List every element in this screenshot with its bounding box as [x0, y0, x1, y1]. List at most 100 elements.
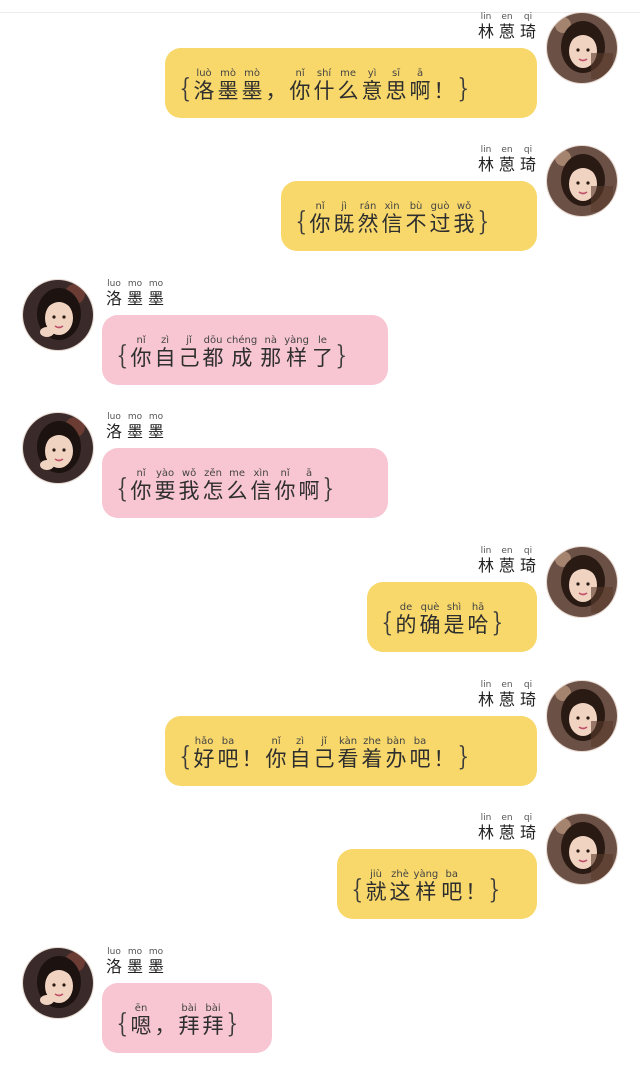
open-brace: {: [351, 875, 364, 905]
incoming-message-bubble[interactable]: {你nǐ 自zì 己jǐ 都dōu 成chéng 那nà 样yàng 了le}: [102, 315, 388, 385]
open-brace: {: [179, 742, 192, 772]
open-brace: {: [116, 1009, 129, 1039]
message-char: 己jǐ: [313, 735, 335, 771]
outgoing-message-bubble[interactable]: {的de 确què 是shì 哈hā}: [367, 582, 537, 652]
sender-name-char: 蒽en: [498, 145, 515, 174]
message-char: 是shì: [443, 601, 465, 637]
open-brace: {: [179, 74, 192, 104]
outgoing-message-bubble[interactable]: {就jiù 这zhè 样yàng 吧ba！}: [337, 849, 537, 919]
sender-name-char: 琦qi: [519, 813, 536, 842]
message-char: 己jǐ: [178, 334, 200, 370]
sender-name-char: 墨mo: [127, 279, 144, 308]
close-brace: }: [322, 474, 334, 504]
sender-name-char: 蒽en: [498, 546, 515, 575]
sender-name-char: 蒽en: [498, 12, 515, 41]
avatar-lin-enqi[interactable]: [546, 813, 618, 885]
message-char: 样yàng: [284, 334, 309, 370]
sender-name: 林lin 蒽en 琦qi: [478, 680, 536, 710]
sender-name-char: 洛luo: [106, 947, 123, 976]
message-char: ！: [241, 746, 263, 771]
avatar-lin-enqi[interactable]: [546, 546, 618, 618]
message-char: 要yào: [154, 467, 176, 503]
open-brace: {: [381, 608, 394, 638]
message-char: 不bù: [405, 200, 427, 236]
sender-name-char: 蒽en: [498, 813, 515, 842]
message-char: ！: [465, 879, 487, 904]
avatar-luo-momo[interactable]: [22, 947, 94, 1019]
sender-name-char: 琦qi: [519, 680, 536, 709]
sender-name: 林lin 蒽en 琦qi: [478, 145, 536, 175]
close-brace: }: [477, 207, 489, 237]
message-char: 嗯ēn: [130, 1002, 152, 1038]
avatar-lin-enqi[interactable]: [546, 12, 618, 84]
message-char: 么me: [226, 467, 248, 503]
message-char: 吧ba: [217, 735, 239, 771]
message-char: 什shí: [313, 67, 335, 103]
open-brace: {: [295, 207, 308, 237]
outgoing-message-bubble[interactable]: {洛luò 墨mò 墨mò，你nǐ 什shí 么me 意yì 思sī 啊ā！}: [165, 48, 537, 118]
sender-name: 洛luo 墨mo 墨mo: [106, 947, 164, 977]
avatar-lin-enqi[interactable]: [546, 145, 618, 217]
message-text: 嗯ēn，拜bài 拜bài: [131, 997, 224, 1040]
message-char: 我wǒ: [178, 467, 200, 503]
sender-name-char: 墨mo: [148, 279, 165, 308]
message-char: 你nǐ: [274, 467, 296, 503]
sender-name-char: 洛luo: [106, 279, 123, 308]
top-divider: [0, 12, 640, 13]
message-char: ！: [433, 746, 455, 771]
message-char: 样yàng: [413, 868, 439, 904]
message-char: 你nǐ: [265, 735, 287, 771]
close-brace: }: [488, 875, 501, 905]
avatar-luo-momo[interactable]: [22, 279, 94, 351]
message-text: 的de 确què 是shì 哈hā: [396, 596, 489, 639]
open-brace: {: [116, 341, 129, 371]
message-char: 过guò: [429, 200, 451, 236]
message-char: 你nǐ: [130, 334, 152, 370]
message-char: 信xìn: [250, 467, 272, 503]
message-char: 啊ā: [409, 67, 431, 103]
message-char: 拜bài: [178, 1002, 200, 1038]
outgoing-message-bubble[interactable]: {你nǐ 既jì 然rán 信xìn 不bù 过guò 我wǒ}: [281, 181, 537, 251]
sender-name: 洛luo 墨mo 墨mo: [106, 279, 164, 309]
avatar-lin-enqi[interactable]: [546, 680, 618, 752]
message-char: 了le: [311, 334, 333, 370]
message-char: 洛luò: [193, 67, 215, 103]
sender-name: 林lin 蒽en 琦qi: [478, 12, 536, 42]
close-brace: }: [457, 74, 469, 104]
message-char: 墨mò: [241, 67, 263, 103]
message-char: 意yì: [361, 67, 383, 103]
outgoing-message-bubble[interactable]: {好hǎo 吧ba！你nǐ 自zì 己jǐ 看kàn 着zhe 办bàn 吧ba！}: [165, 716, 537, 786]
message-char: 然rán: [357, 200, 379, 236]
sender-name-char: 墨mo: [148, 947, 165, 976]
close-brace: }: [335, 341, 348, 371]
incoming-message-bubble[interactable]: {嗯ēn，拜bài 拜bài}: [102, 983, 272, 1053]
sender-name-char: 琦qi: [519, 12, 536, 41]
message-char: 哈hā: [467, 601, 489, 637]
sender-name-char: 琦qi: [519, 546, 536, 575]
message-char: 墨mò: [217, 67, 239, 103]
message-text: 你nǐ 要yào 我wǒ 怎zěn 么me 信xìn 你nǐ 啊ā: [131, 462, 320, 505]
message-char: 都dōu: [202, 334, 224, 370]
message-text: 洛luò 墨mò 墨mò，你nǐ 什shí 么me 意yì 思sī 啊ā！: [194, 62, 455, 105]
close-brace: }: [226, 1009, 238, 1039]
message-char: 确què: [419, 601, 441, 637]
incoming-message-bubble[interactable]: {你nǐ 要yào 我wǒ 怎zěn 么me 信xìn 你nǐ 啊ā}: [102, 448, 388, 518]
sender-name-char: 林lin: [477, 680, 494, 709]
message-char: 成chéng: [226, 334, 258, 370]
message-char: 吧ba: [441, 868, 463, 904]
message-char: 么me: [337, 67, 359, 103]
sender-name-char: 林lin: [477, 546, 494, 575]
sender-name-char: 墨mo: [127, 412, 144, 441]
sender-name-char: 墨mo: [148, 412, 165, 441]
message-char: 你nǐ: [309, 200, 331, 236]
sender-name: 洛luo 墨mo 墨mo: [106, 412, 164, 442]
sender-name-char: 林lin: [477, 813, 494, 842]
avatar-luo-momo[interactable]: [22, 412, 94, 484]
message-text: 就jiù 这zhè 样yàng 吧ba！: [366, 863, 487, 906]
message-char: 你nǐ: [130, 467, 152, 503]
sender-name-char: 林lin: [477, 12, 494, 41]
message-char: 看kàn: [337, 735, 359, 771]
message-char: ，: [154, 1013, 176, 1038]
sender-name-char: 林lin: [477, 145, 494, 174]
message-char: 吧ba: [409, 735, 431, 771]
